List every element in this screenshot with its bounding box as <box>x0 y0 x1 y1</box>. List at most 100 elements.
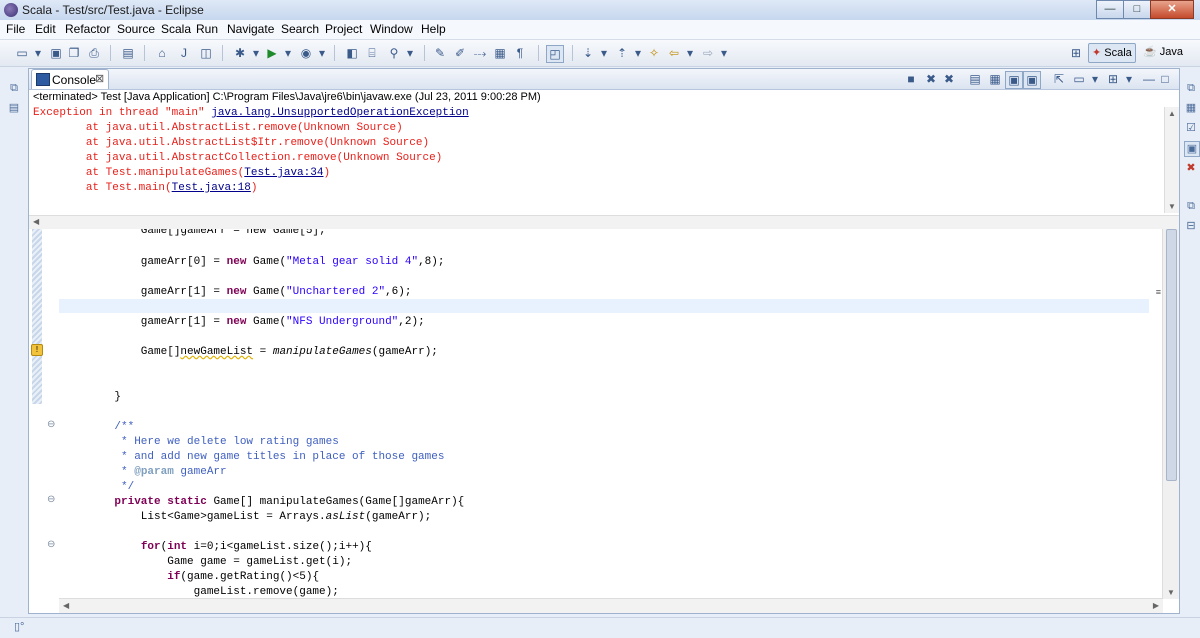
new-package-icon[interactable]: ⌂ <box>154 45 170 61</box>
new-class-icon[interactable]: J <box>176 45 192 61</box>
dropdown-arrow-icon[interactable]: ▾ <box>596 45 612 61</box>
display-console-icon[interactable]: ▭ <box>1071 71 1087 87</box>
last-edit-icon[interactable]: ✧ <box>646 45 662 61</box>
new-icon[interactable]: ▭ <box>14 45 30 61</box>
fold-icon[interactable]: ⊖ <box>47 539 55 550</box>
maximize-view-icon[interactable]: □ <box>1157 71 1173 87</box>
terminate-icon[interactable]: ■ <box>903 71 919 87</box>
console-view-icon[interactable]: ▣ <box>1184 141 1200 157</box>
open-perspective-icon[interactable]: ⊞ <box>1068 45 1084 61</box>
dropdown-arrow-icon[interactable]: ▾ <box>630 45 646 61</box>
window-titlebar: Scala - Test/src/Test.java - Eclipse — □… <box>0 0 1200 21</box>
menu-source[interactable]: Source <box>117 22 155 36</box>
menu-navigate[interactable]: Navigate <box>227 22 274 36</box>
clear-console-icon[interactable]: ▤ <box>967 71 983 87</box>
editor-vertical-scrollbar[interactable]: ▼ <box>1162 229 1179 599</box>
java-perspective-button[interactable]: ☕ Java <box>1140 43 1186 61</box>
fast-view-icon[interactable]: ▯° <box>14 620 24 633</box>
scala-perspective-button[interactable]: ✦ Scala <box>1088 43 1136 63</box>
show-whitespace-icon[interactable]: ¶ <box>512 45 528 61</box>
pin-console-icon[interactable]: ⇱ <box>1051 71 1067 87</box>
prev-edit-icon[interactable]: ⇡ <box>614 45 630 61</box>
problems-icon[interactable]: ✖ <box>1184 161 1198 175</box>
console-tab[interactable]: Console ⊠ <box>31 69 109 89</box>
dropdown-arrow-icon[interactable]: ▾ <box>1121 71 1137 87</box>
open-type-icon[interactable]: ◧ <box>344 45 360 61</box>
restore-icon[interactable]: ⧉ <box>7 81 21 95</box>
fold-icon[interactable]: ⊖ <box>47 419 55 430</box>
scroll-down-icon[interactable]: ▼ <box>1167 588 1175 597</box>
menu-window[interactable]: Window <box>370 22 413 36</box>
fold-icon[interactable]: ⊖ <box>47 494 55 505</box>
menu-run[interactable]: Run <box>196 22 218 36</box>
package-explorer-icon[interactable]: ▤ <box>7 101 21 115</box>
code-editor[interactable]: ! ⊖ ⊖ ⊖ Game[]gameArr = new Game[5]; gam… <box>28 229 1180 614</box>
stacktrace-link[interactable]: Test.java:34 <box>244 167 323 179</box>
tasks-icon[interactable]: ☑ <box>1184 121 1198 135</box>
dropdown-arrow-icon[interactable]: ▾ <box>682 45 698 61</box>
scroll-lock-icon[interactable]: ▦ <box>987 71 1003 87</box>
dropdown-arrow-icon[interactable]: ▾ <box>716 45 732 61</box>
save-icon[interactable]: ▣ <box>48 45 64 61</box>
maximize-button[interactable]: □ <box>1123 0 1151 19</box>
scroll-right-icon[interactable]: ▶ <box>1153 601 1159 610</box>
console-text: Exception in thread "main" <box>33 107 212 119</box>
show-stderr-icon[interactable]: ▣ <box>1023 71 1041 89</box>
scroll-up-icon[interactable]: ▲ <box>1168 109 1176 118</box>
editor-horizontal-scrollbar[interactable]: ◀ ▶ <box>59 598 1163 613</box>
menu-scala[interactable]: Scala <box>161 22 191 36</box>
dropdown-arrow-icon[interactable]: ▾ <box>280 45 296 61</box>
scroll-left-icon[interactable]: ◀ <box>63 601 69 610</box>
forward-icon[interactable]: ⇨ <box>700 45 716 61</box>
open-console-icon[interactable]: ⊞ <box>1105 71 1121 87</box>
minimize-view-icon[interactable]: — <box>1141 71 1157 87</box>
back-icon[interactable]: ⇦ <box>666 45 682 61</box>
dropdown-arrow-icon[interactable]: ▾ <box>402 45 418 61</box>
show-stdout-icon[interactable]: ▣ <box>1005 71 1023 89</box>
menu-help[interactable]: Help <box>421 22 446 36</box>
run-icon[interactable]: ▶ <box>264 45 280 61</box>
dropdown-arrow-icon[interactable]: ▾ <box>248 45 264 61</box>
hierarchy-icon[interactable]: ⊟ <box>1184 219 1198 233</box>
dropdown-arrow-icon[interactable]: ▾ <box>1087 71 1103 87</box>
close-button[interactable]: ✕ <box>1150 0 1194 19</box>
scroll-left-icon[interactable]: ◀ <box>33 217 39 226</box>
debug-archive-icon[interactable]: ▤ <box>120 45 136 61</box>
open-folder-icon[interactable]: ⌸ <box>364 45 380 61</box>
new-file-icon[interactable]: ◫ <box>198 45 214 61</box>
outline-icon[interactable]: ▦ <box>1184 101 1198 115</box>
dropdown-arrow-icon[interactable]: ▾ <box>30 45 46 61</box>
next-edit-icon[interactable]: ⇣ <box>580 45 596 61</box>
scrollbar-thumb[interactable] <box>1166 229 1177 481</box>
close-tab-icon[interactable]: ⊠ <box>95 72 104 85</box>
code-line: */ <box>88 480 134 495</box>
next-annotation-icon[interactable]: ⤏ <box>472 45 488 61</box>
stacktrace-link[interactable]: Test.java:18 <box>172 182 251 194</box>
debug-icon[interactable]: ✱ <box>232 45 248 61</box>
warning-icon[interactable]: ! <box>31 344 43 356</box>
restore-icon[interactable]: ⧉ <box>1184 199 1198 213</box>
scroll-down-icon[interactable]: ▼ <box>1168 202 1176 211</box>
print-icon[interactable]: ⎙ <box>86 45 102 61</box>
menu-refactor[interactable]: Refactor <box>65 22 110 36</box>
menu-project[interactable]: Project <box>325 22 362 36</box>
menu-search[interactable]: Search <box>281 22 319 36</box>
toggle-mark-occurrences-icon[interactable]: ◰ <box>546 45 564 63</box>
pin-icon[interactable]: ✎ <box>432 45 448 61</box>
search-icon[interactable]: ⚲ <box>386 45 402 61</box>
console-horizontal-scrollbar[interactable]: ◀ <box>29 215 1179 229</box>
left-trim-bar: ⧉ ▤ <box>0 67 26 615</box>
restore-icon[interactable]: ⧉ <box>1184 81 1198 95</box>
menu-file[interactable]: File <box>6 22 25 36</box>
console-vertical-scrollbar[interactable]: ▲ ▼ <box>1164 107 1179 213</box>
run-external-icon[interactable]: ◉ <box>298 45 314 61</box>
dropdown-arrow-icon[interactable]: ▾ <box>314 45 330 61</box>
menu-edit[interactable]: Edit <box>35 22 56 36</box>
remove-all-icon[interactable]: ✖ <box>941 71 957 87</box>
minimize-button[interactable]: — <box>1096 0 1124 19</box>
marker-icon[interactable]: ✐ <box>452 45 468 61</box>
toggle-block-icon[interactable]: ▦ <box>492 45 508 61</box>
exception-link[interactable]: java.lang.UnsupportedOperationException <box>211 107 468 119</box>
save-all-icon[interactable]: ❐ <box>66 45 82 61</box>
remove-launch-icon[interactable]: ✖ <box>923 71 939 87</box>
